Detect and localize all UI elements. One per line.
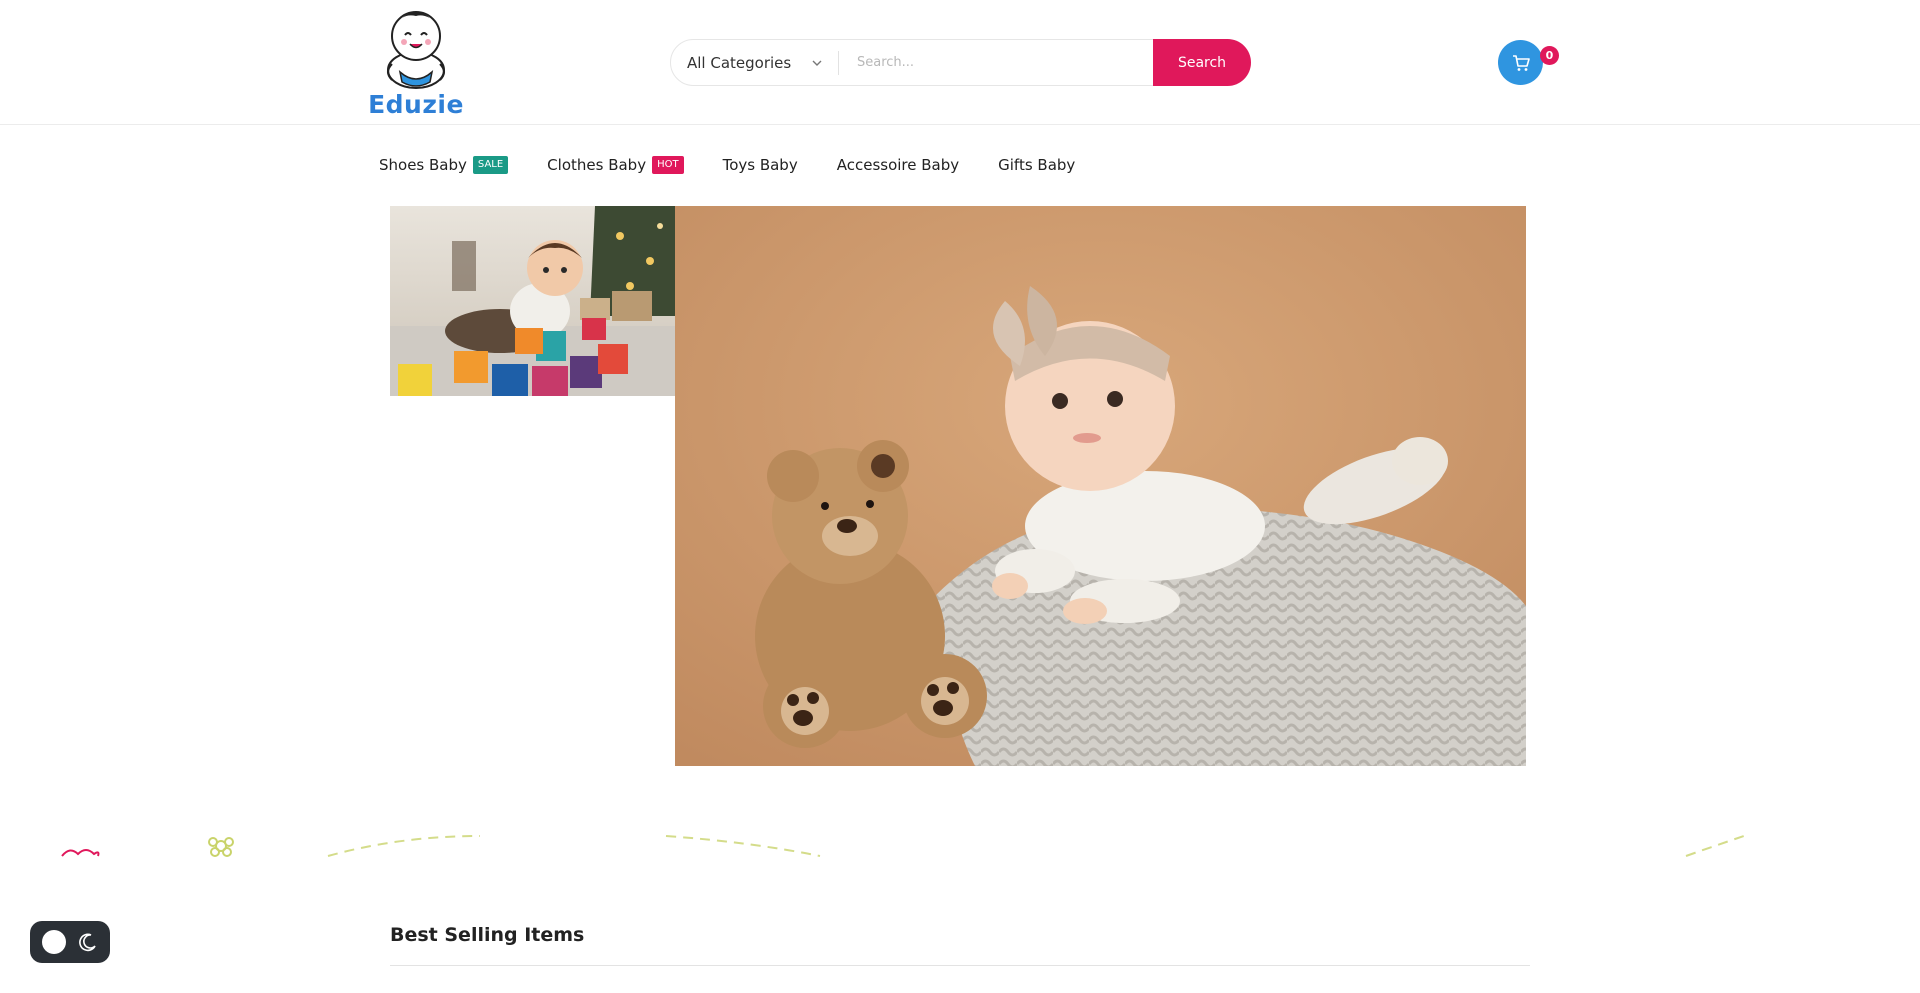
brand-name: Eduzie	[368, 90, 464, 119]
nav-item-toys-baby[interactable]: Toys Baby	[723, 156, 798, 174]
site-header: Eduzie All Categories Search 0	[0, 0, 1920, 125]
search-divider	[838, 51, 839, 75]
cart-icon	[1512, 54, 1530, 71]
promo-banner-toys[interactable]	[390, 206, 675, 396]
main-nav: Shoes Baby SALE Clothes Baby HOT Toys Ba…	[379, 152, 1114, 178]
search-input[interactable]	[849, 40, 1149, 85]
nav-item-label: Toys Baby	[722, 156, 798, 174]
flower-icon	[208, 837, 234, 857]
moon-icon	[79, 933, 96, 952]
hot-badge: HOT	[652, 156, 684, 174]
baby-mascot-icon	[387, 11, 445, 89]
baby-teddy-image	[675, 206, 1526, 766]
theme-toggle[interactable]	[30, 921, 110, 963]
nav-item-gifts-baby[interactable]: Gifts Baby	[998, 156, 1075, 174]
hero-banner[interactable]	[675, 206, 1526, 766]
decorative-divider	[61, 835, 1745, 857]
nav-item-label: Accessoire Baby	[836, 156, 960, 174]
nav-item-shoes-baby[interactable]: Shoes Baby SALE	[379, 156, 509, 174]
baby-blocks-image	[390, 206, 675, 396]
section-divider	[390, 965, 1530, 966]
sun-icon	[42, 930, 66, 954]
sale-badge: SALE	[472, 156, 509, 174]
search-button[interactable]: Search	[1153, 39, 1251, 86]
chevron-down-icon	[812, 60, 822, 66]
category-select-label: All Categories	[687, 53, 792, 72]
brand-logo[interactable]: Eduzie	[362, 6, 470, 119]
nav-item-label: Clothes Baby	[547, 156, 647, 174]
best-selling-title: Best Selling Items	[390, 924, 585, 946]
nav-item-label: Shoes Baby	[379, 156, 467, 174]
nav-item-accessoire-baby[interactable]: Accessoire Baby	[837, 156, 959, 174]
cart-count-badge: 0	[1540, 46, 1559, 65]
nav-item-label: Gifts Baby	[998, 156, 1076, 174]
cart-button[interactable]	[1498, 40, 1543, 85]
nav-item-clothes-baby[interactable]: Clothes Baby HOT	[547, 156, 684, 174]
search-bar: All Categories Search	[670, 39, 1251, 86]
